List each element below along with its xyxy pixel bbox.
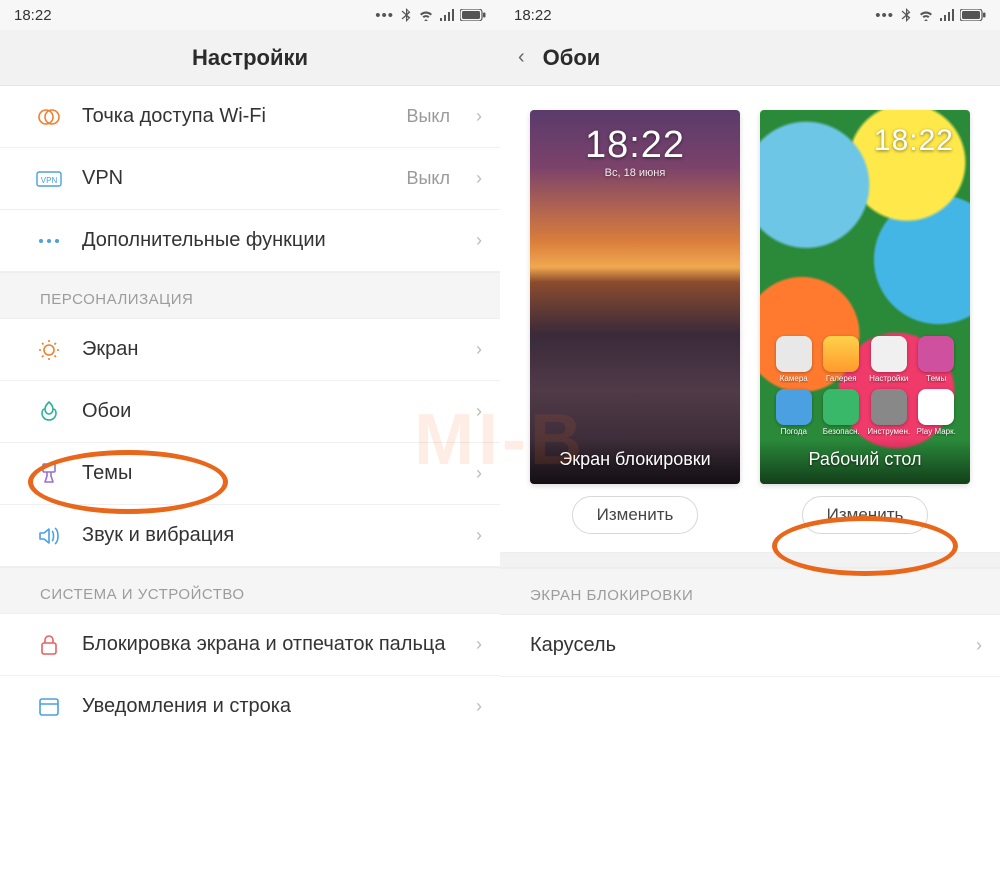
lockscreen-thumbnail[interactable]: 18:22 Вс, 18 июня Экран блокировки: [530, 110, 740, 484]
wifi-icon: [918, 9, 934, 21]
homescreen-preview-column: 18:22 Камера Галерея Настройки Темы Пого…: [760, 110, 970, 534]
chevron-right-icon: ›: [476, 230, 482, 251]
chevron-right-icon: ›: [476, 463, 482, 484]
wallpaper-screen: 18:22 ••• ‹ Обои 18:22 Вс: [500, 0, 1000, 889]
lockscreen-clock: 18:22 Вс, 18 июня: [530, 124, 740, 179]
settings-row-carousel[interactable]: Карусель ›: [500, 615, 1000, 677]
signal-icon: [440, 9, 454, 21]
settings-row-additional[interactable]: Дополнительные функции ›: [0, 210, 500, 272]
chevron-right-icon: ›: [476, 168, 482, 189]
chevron-right-icon: ›: [476, 401, 482, 422]
lockscreen-preview-column: 18:22 Вс, 18 июня Экран блокировки Измен…: [530, 110, 740, 534]
more-icon: •••: [375, 7, 394, 24]
status-icons: •••: [875, 7, 986, 24]
status-bar: 18:22 •••: [0, 0, 500, 30]
chevron-right-icon: ›: [476, 106, 482, 127]
row-label: Дополнительные функции: [82, 228, 456, 253]
row-label: Темы: [82, 461, 456, 486]
lock-icon: [36, 633, 62, 657]
brush-icon: [36, 462, 62, 486]
status-time: 18:22: [14, 7, 52, 24]
settings-row-display[interactable]: Экран ›: [0, 319, 500, 381]
title-bar: Настройки: [0, 30, 500, 86]
homescreen-clock: 18:22: [760, 124, 970, 158]
chevron-right-icon: ›: [476, 634, 482, 655]
settings-row-vpn[interactable]: VPN VPN Выкл ›: [0, 148, 500, 210]
section-header-personalization: ПЕРСОНАЛИЗАЦИЯ: [0, 272, 500, 319]
tulip-icon: [36, 400, 62, 424]
homescreen-thumbnail[interactable]: 18:22 Камера Галерея Настройки Темы Пого…: [760, 110, 970, 484]
status-icons: •••: [375, 7, 486, 24]
app-grid: Камера Галерея Настройки Темы Погода Без…: [760, 336, 970, 436]
vpn-icon: VPN: [36, 171, 62, 187]
status-bar: 18:22 •••: [500, 0, 1000, 30]
svg-text:VPN: VPN: [41, 176, 58, 185]
battery-icon: [460, 9, 486, 21]
sun-icon: [36, 338, 62, 362]
signal-icon: [940, 9, 954, 21]
row-label: Карусель: [530, 633, 956, 658]
settings-row-sound[interactable]: Звук и вибрация ›: [0, 505, 500, 567]
settings-row-hotspot[interactable]: Точка доступа Wi-Fi Выкл ›: [0, 86, 500, 148]
settings-screen: 18:22 ••• Настройки Точка доступа Wi-Fi …: [0, 0, 500, 889]
row-label: Экран: [82, 337, 456, 362]
page-title: Обои: [543, 45, 601, 71]
settings-row-wallpaper[interactable]: Обои ›: [0, 381, 500, 443]
status-time: 18:22: [514, 7, 552, 24]
row-label: Блокировка экрана и отпечаток пальца: [82, 632, 456, 657]
section-gap: [500, 552, 1000, 568]
change-homescreen-button[interactable]: Изменить: [802, 496, 929, 534]
notification-bar-icon: [36, 696, 62, 718]
change-lockscreen-button[interactable]: Изменить: [572, 496, 699, 534]
settings-row-themes[interactable]: Темы ›: [0, 443, 500, 505]
row-value: Выкл: [406, 168, 456, 189]
chevron-right-icon: ›: [476, 696, 482, 717]
settings-row-lockscreen-fingerprint[interactable]: Блокировка экрана и отпечаток пальца ›: [0, 614, 500, 676]
chevron-right-icon: ›: [976, 635, 982, 656]
row-label: Уведомления и строка: [82, 694, 456, 719]
row-label: Звук и вибрация: [82, 523, 456, 548]
row-label: VPN: [82, 166, 386, 191]
thumbnail-caption: Экран блокировки: [530, 439, 740, 484]
settings-row-notifications[interactable]: Уведомления и строка ›: [0, 676, 500, 737]
more-horiz-icon: [36, 238, 62, 244]
wifi-icon: [418, 9, 434, 21]
section-header-lockscreen: ЭКРАН БЛОКИРОВКИ: [500, 568, 1000, 615]
battery-icon: [960, 9, 986, 21]
bluetooth-icon: [900, 8, 912, 22]
back-button[interactable]: ‹: [518, 46, 529, 69]
title-bar: ‹ Обои: [500, 30, 1000, 86]
page-title: Настройки: [192, 45, 308, 71]
row-value: Выкл: [406, 106, 456, 127]
bluetooth-icon: [400, 8, 412, 22]
chevron-right-icon: ›: [476, 525, 482, 546]
more-icon: •••: [875, 7, 894, 24]
row-label: Точка доступа Wi-Fi: [82, 104, 386, 129]
chevron-right-icon: ›: [476, 339, 482, 360]
thumbnail-caption: Рабочий стол: [760, 439, 970, 484]
sound-icon: [36, 525, 62, 547]
section-header-system: СИСТЕМА И УСТРОЙСТВО: [0, 567, 500, 614]
tether-icon: [36, 105, 62, 129]
wallpaper-previews: 18:22 Вс, 18 июня Экран блокировки Измен…: [500, 86, 1000, 552]
row-label: Обои: [82, 399, 456, 424]
